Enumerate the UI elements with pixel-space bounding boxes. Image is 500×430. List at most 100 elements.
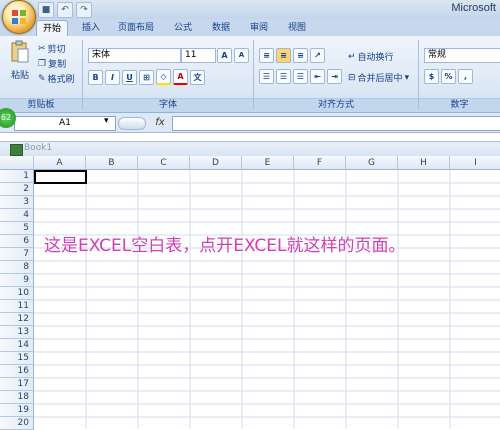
orientation-icon[interactable]: ↗ xyxy=(310,48,325,63)
column-header[interactable]: I xyxy=(450,156,500,170)
grid-lines xyxy=(34,170,500,429)
column-header[interactable]: E xyxy=(242,156,294,170)
row-header[interactable]: 17 xyxy=(0,378,34,391)
merge-center-button[interactable]: ⊟ 合并后居中 ▾ xyxy=(348,71,410,85)
row-header[interactable]: 3 xyxy=(0,196,34,209)
vertical-align-buttons: ≡ ≡ ≡ ↗ xyxy=(259,48,325,63)
tab-home[interactable]: 开始 xyxy=(36,20,69,37)
row-header[interactable]: 10 xyxy=(0,287,34,300)
align-top-icon[interactable]: ≡ xyxy=(259,48,274,63)
bold-icon[interactable]: B xyxy=(88,69,103,85)
horizontal-align-buttons: ☰ ☰ ☰ ⇤ ⇥ xyxy=(259,69,342,84)
row-header[interactable]: 19 xyxy=(0,404,34,417)
column-header[interactable]: A xyxy=(34,156,86,170)
paste-icon xyxy=(11,40,29,63)
app-title: Microsoft xyxy=(451,2,496,14)
save-icon[interactable]: ■ xyxy=(38,1,54,18)
number-group-label: 数字 xyxy=(419,98,500,112)
column-header[interactable]: F xyxy=(294,156,346,170)
align-left-icon[interactable]: ☰ xyxy=(259,69,274,84)
paste-label: 粘贴 xyxy=(10,71,29,81)
office-logo-icon xyxy=(12,10,26,24)
merge-label: 合并后居中 xyxy=(357,74,403,84)
comma-icon[interactable]: , xyxy=(458,69,473,84)
workbook-titlebar: Book1 xyxy=(0,141,500,157)
row-header[interactable]: 20 xyxy=(0,417,34,430)
alignment-group-label: 对齐方式 xyxy=(254,98,418,112)
tab-review[interactable]: 审阅 xyxy=(244,20,274,36)
shrink-font-icon[interactable]: A xyxy=(234,48,249,63)
select-all-corner[interactable] xyxy=(0,156,34,170)
formula-bar: A1 ▾ fx xyxy=(0,113,500,133)
row-header[interactable]: 12 xyxy=(0,313,34,326)
office-button[interactable] xyxy=(2,0,36,34)
grow-font-icon[interactable]: A xyxy=(217,48,232,63)
row-header[interactable]: 7 xyxy=(0,248,34,261)
row-header[interactable]: 14 xyxy=(0,339,34,352)
row-header[interactable]: 8 xyxy=(0,261,34,274)
workbook-name: Book1 xyxy=(24,143,53,153)
cut-button[interactable]: ✂ 剪切 xyxy=(38,42,66,56)
copy-label: 复制 xyxy=(48,60,67,70)
formula-input[interactable] xyxy=(172,116,500,131)
font-name-select[interactable]: 宋体 xyxy=(88,48,181,63)
excel-icon xyxy=(10,144,23,156)
merge-icon: ⊟ xyxy=(348,72,356,83)
increase-indent-icon[interactable]: ⇥ xyxy=(327,69,342,84)
scissors-icon: ✂ xyxy=(38,43,46,54)
row-header[interactable]: 15 xyxy=(0,352,34,365)
decrease-indent-icon[interactable]: ⇤ xyxy=(310,69,325,84)
row-header[interactable]: 1 xyxy=(0,170,34,183)
tab-page-layout[interactable]: 页面布局 xyxy=(112,20,160,36)
row-header[interactable]: 9 xyxy=(0,274,34,287)
spreadsheet-grid[interactable]: ABCDEFGHI 1 2 3 4 5 6 7 8 9 10 11 12 13 14 15 16 17 18 19 2… xyxy=(0,156,500,430)
name-box[interactable]: A1 xyxy=(14,116,116,131)
wrap-text-button[interactable]: ↵ 自动换行 xyxy=(348,50,394,64)
align-center-icon[interactable]: ☰ xyxy=(276,69,291,84)
row-header[interactable]: 6 xyxy=(0,235,34,248)
tab-formulas[interactable]: 公式 xyxy=(168,20,198,36)
ribbon-tabs: 开始 插入 页面布局 公式 数据 审阅 视图 xyxy=(0,19,500,37)
row-header[interactable]: 5 xyxy=(0,222,34,235)
align-bottom-icon[interactable]: ≡ xyxy=(293,48,308,63)
row-header[interactable]: 2 xyxy=(0,183,34,196)
format-painter-button[interactable]: ✎ 格式刷 xyxy=(38,72,75,86)
formula-bar-divider xyxy=(118,117,146,130)
percent-icon[interactable]: % xyxy=(441,69,456,84)
font-size-select[interactable]: 11 xyxy=(181,48,216,63)
copy-button[interactable]: ❐ 复制 xyxy=(38,57,67,71)
quick-access-toolbar: ■ ↶ ↷ xyxy=(38,1,92,18)
phonetic-icon[interactable]: 文 xyxy=(190,69,205,85)
paste-button[interactable]: 粘贴 xyxy=(8,40,32,81)
tab-view[interactable]: 视图 xyxy=(282,20,312,36)
undo-icon[interactable]: ↶ xyxy=(57,1,73,18)
italic-icon[interactable]: I xyxy=(105,69,120,85)
tab-insert[interactable]: 插入 xyxy=(76,20,106,36)
underline-icon[interactable]: U xyxy=(122,69,137,85)
column-header[interactable]: G xyxy=(346,156,398,170)
redo-icon[interactable]: ↷ xyxy=(76,1,92,18)
column-header[interactable]: D xyxy=(190,156,242,170)
row-header[interactable]: 18 xyxy=(0,391,34,404)
row-header[interactable]: 13 xyxy=(0,326,34,339)
row-header[interactable]: 16 xyxy=(0,365,34,378)
column-header[interactable]: C xyxy=(138,156,190,170)
number-format-select[interactable]: 常规 xyxy=(424,48,500,63)
tab-data[interactable]: 数据 xyxy=(206,20,236,36)
function-icon[interactable]: fx xyxy=(150,116,170,129)
chevron-down-icon: ▾ xyxy=(404,72,410,83)
border-icon[interactable]: ⊞ xyxy=(139,69,154,85)
align-right-icon[interactable]: ☰ xyxy=(293,69,308,84)
currency-icon[interactable]: $ xyxy=(424,69,439,84)
column-header[interactable]: B xyxy=(86,156,138,170)
row-header[interactable]: 11 xyxy=(0,300,34,313)
overlay-caption: 这是EXCEL空白表，点开EXCEL就这样的页面。 xyxy=(44,236,406,256)
align-middle-icon[interactable]: ≡ xyxy=(276,48,291,63)
wrap-icon: ↵ xyxy=(348,51,356,62)
fill-color-icon[interactable]: ◇ xyxy=(156,69,171,85)
chevron-down-icon[interactable]: ▾ xyxy=(104,116,109,126)
column-header[interactable]: H xyxy=(398,156,450,170)
row-header[interactable]: 4 xyxy=(0,209,34,222)
font-color-icon[interactable]: A xyxy=(173,69,188,85)
font-size-buttons: A A xyxy=(217,48,249,63)
